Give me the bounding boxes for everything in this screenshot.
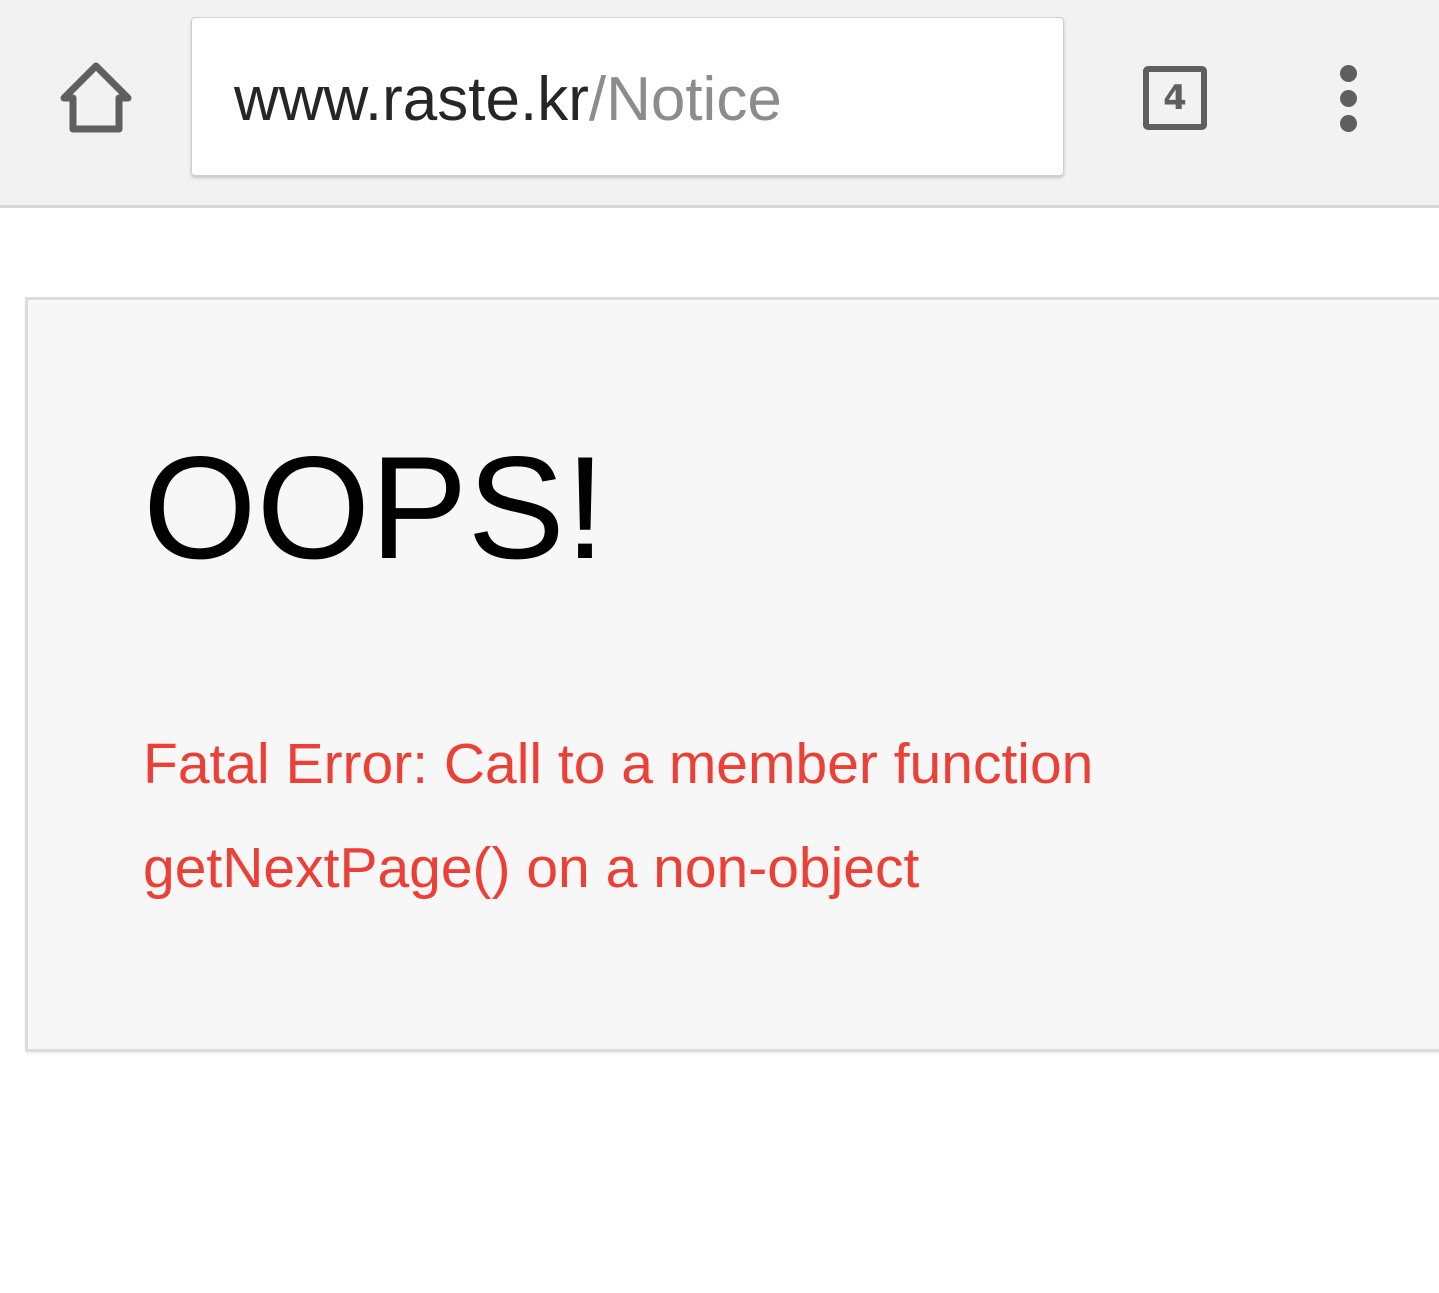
overflow-menu-icon (1339, 64, 1357, 82)
error-card: OOPS! Fatal Error: Call to a member func… (25, 297, 1439, 1052)
tab-count: 4 (1163, 78, 1187, 118)
menu-dot (1339, 114, 1357, 132)
url-text: www.raste.kr/Notice (234, 64, 782, 136)
error-message: Fatal Error: Call to a member function g… (143, 732, 1094, 900)
url-host: www.raste.kr (234, 65, 589, 134)
tab-switcher-button[interactable]: 4 (1129, 52, 1221, 144)
home-icon (60, 62, 132, 133)
menu-dot (1339, 89, 1357, 107)
browser-toolbar: www.raste.kr/Notice 4 (0, 0, 1439, 208)
address-bar[interactable]: www.raste.kr/Notice (191, 17, 1064, 176)
home-button[interactable] (50, 52, 142, 144)
error-title: OOPS! (143, 426, 606, 589)
url-path: /Notice (588, 65, 782, 134)
tabs-icon: 4 (1143, 66, 1207, 130)
overflow-menu-button[interactable] (1310, 52, 1386, 144)
